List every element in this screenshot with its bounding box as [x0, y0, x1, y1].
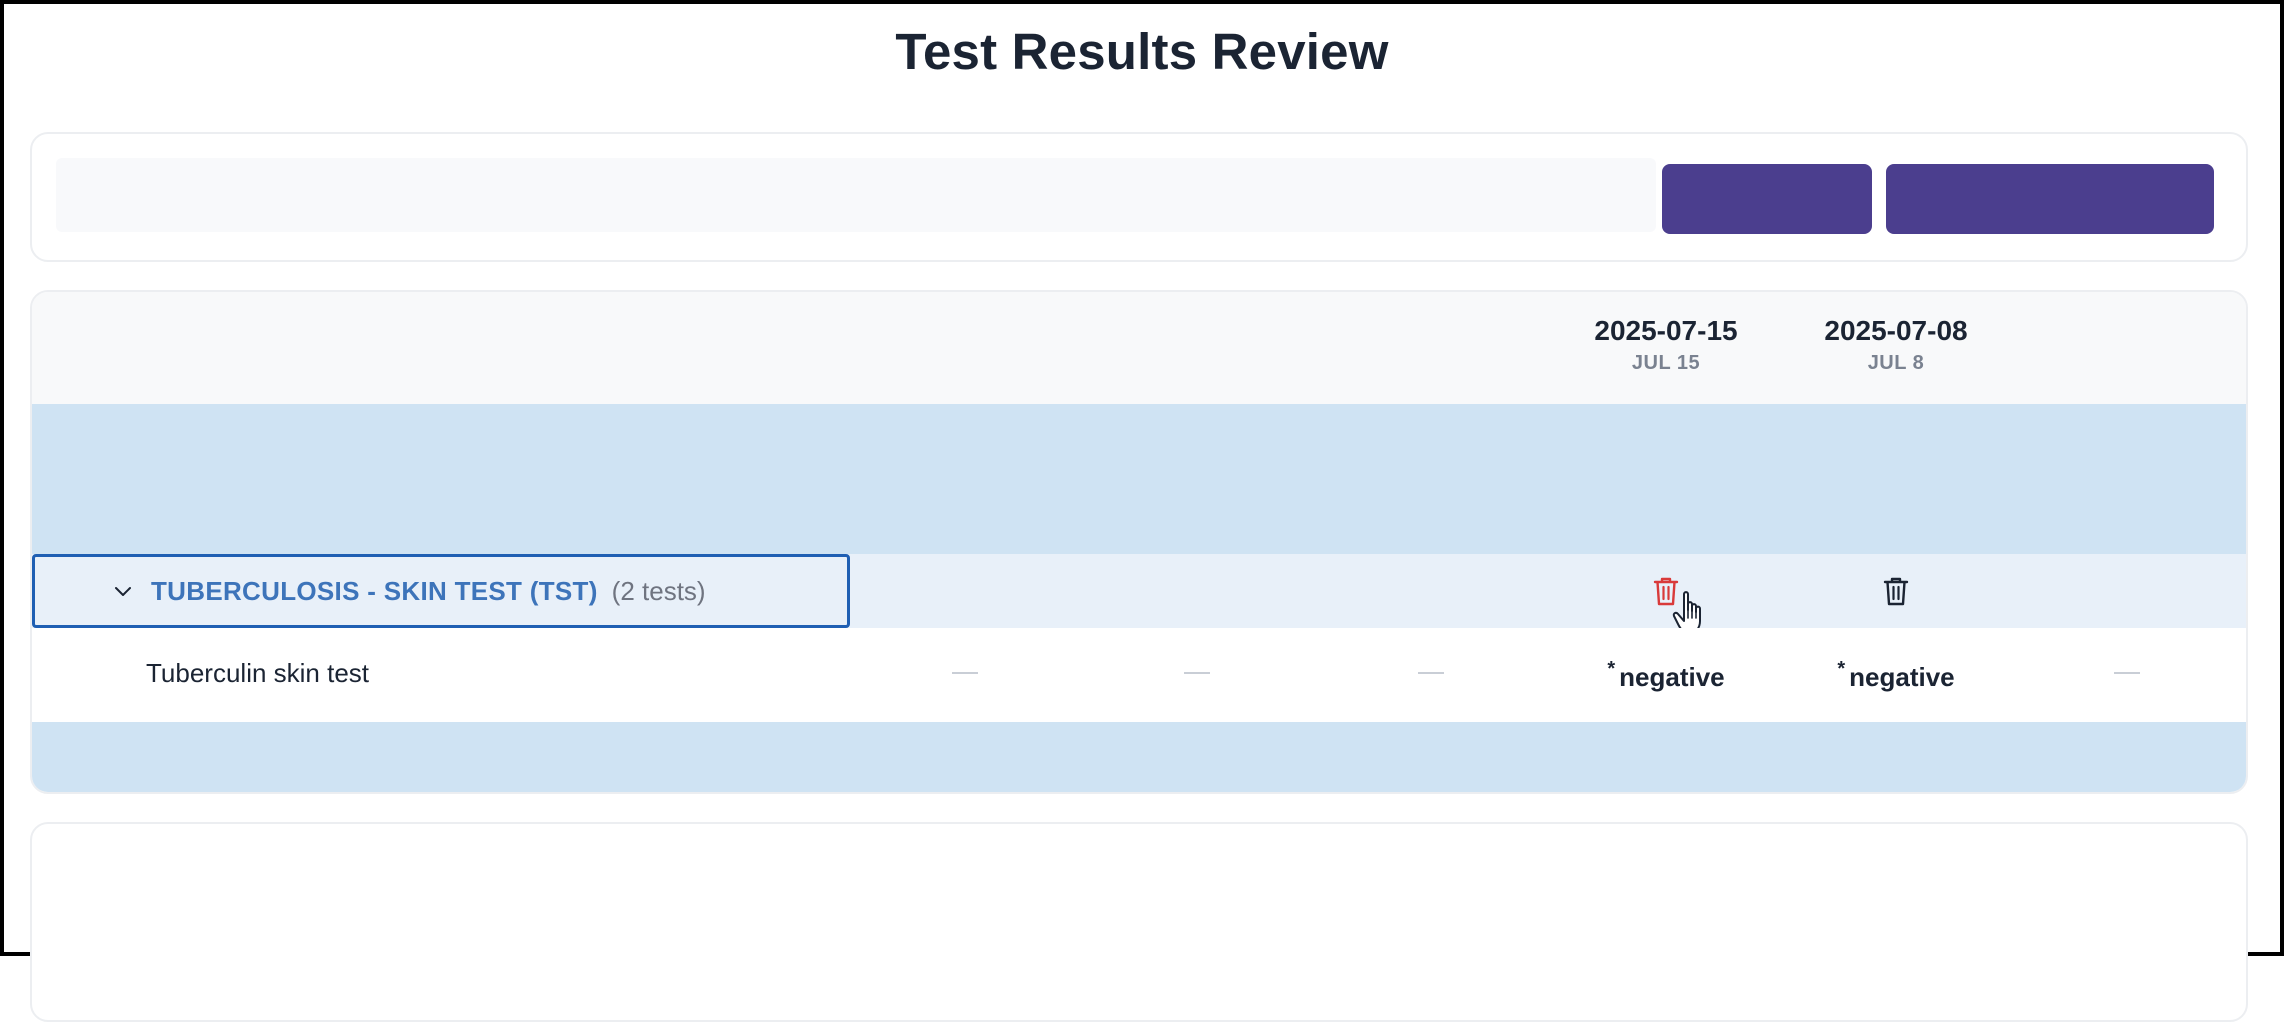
group-toggle[interactable]: TUBERCULOSIS - SKIN TEST (TST) (2 tests): [32, 554, 850, 628]
results-table: 2025-07-15 JUL 15 2025-07-08 JUL 8 TUBER…: [30, 290, 2248, 794]
group-count: (2 tests): [611, 575, 706, 606]
empty-result: [1184, 672, 1210, 674]
toolbar-action-button[interactable]: [1662, 164, 1872, 234]
table-row: Tuberculin skin test * negative * negative: [32, 628, 2246, 722]
date-column-header[interactable]: 2025-07-08 JUL 8: [1766, 314, 2026, 375]
section-band: [32, 722, 2246, 792]
toolbar-primary-button[interactable]: [1886, 164, 2214, 234]
toolbar-card: [30, 132, 2248, 262]
search-field[interactable]: [56, 158, 1656, 232]
empty-result: [2114, 672, 2140, 674]
result-cell[interactable]: * negative: [1576, 658, 1756, 693]
details-panel: [30, 822, 2248, 1022]
empty-result: [1418, 672, 1444, 674]
date-column-header[interactable]: 2025-07-15 JUL 15: [1536, 314, 1796, 375]
group-row: TUBERCULOSIS - SKIN TEST (TST) (2 tests): [32, 554, 2246, 634]
column-date-short: JUL 15: [1631, 352, 1701, 374]
result-value: negative: [1849, 662, 1955, 692]
trash-icon: [1883, 577, 1909, 606]
column-date-short: JUL 8: [1867, 352, 1925, 374]
group-title: TUBERCULOSIS - SKIN TEST (TST): [151, 575, 598, 606]
table-header: 2025-07-15 JUL 15 2025-07-08 JUL 8: [32, 292, 2246, 404]
empty-result: [952, 672, 978, 674]
column-date: 2025-07-08: [1824, 315, 1968, 346]
result-value: negative: [1619, 662, 1725, 692]
column-date: 2025-07-15: [1594, 315, 1738, 346]
result-cell[interactable]: * negative: [1806, 658, 1986, 693]
delete-column-button[interactable]: [1879, 572, 1913, 610]
chevron-down-icon: [115, 587, 131, 596]
page-title: Test Results Review: [895, 23, 1389, 80]
result-flag: *: [1607, 658, 1616, 680]
section-band: [32, 404, 2246, 554]
result-flag: *: [1837, 658, 1846, 680]
test-name: Tuberculin skin test: [146, 658, 370, 688]
